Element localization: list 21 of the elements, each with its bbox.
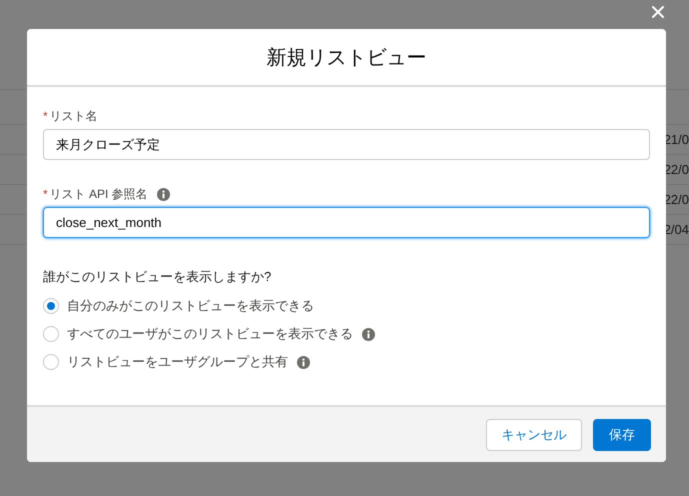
radio-button[interactable] (43, 354, 59, 370)
field-label: リスト API 参照名 (50, 186, 148, 203)
question-text: 誰がこのリストビューを表示しますか? (43, 268, 272, 283)
text-field[interactable]: 来月クローズ予定 (43, 129, 650, 160)
required-mark: * (43, 108, 48, 125)
info-icon[interactable] (362, 328, 375, 340)
cancel-button[interactable]: キャンセル (486, 418, 582, 450)
radio-button[interactable] (43, 326, 59, 342)
radio-label: リストビューをユーザグループと共有 (67, 353, 288, 372)
modal-title: 新規リストビュー (266, 44, 426, 71)
close-button[interactable] (650, 4, 666, 20)
text-field[interactable]: close_next_month (43, 207, 650, 238)
info-icon[interactable] (297, 356, 310, 368)
radio-label: すべてのユーザがこのリストビューを表示できる (67, 325, 353, 344)
radio-label: 自分のみがこのリストビューを表示できる (67, 297, 314, 316)
field-label: リスト名 (50, 108, 98, 125)
info-icon[interactable] (156, 188, 170, 200)
required-mark: * (43, 186, 48, 203)
radio-button[interactable] (43, 298, 59, 314)
close-icon (652, 6, 664, 18)
save-button[interactable]: 保存 (593, 418, 651, 450)
